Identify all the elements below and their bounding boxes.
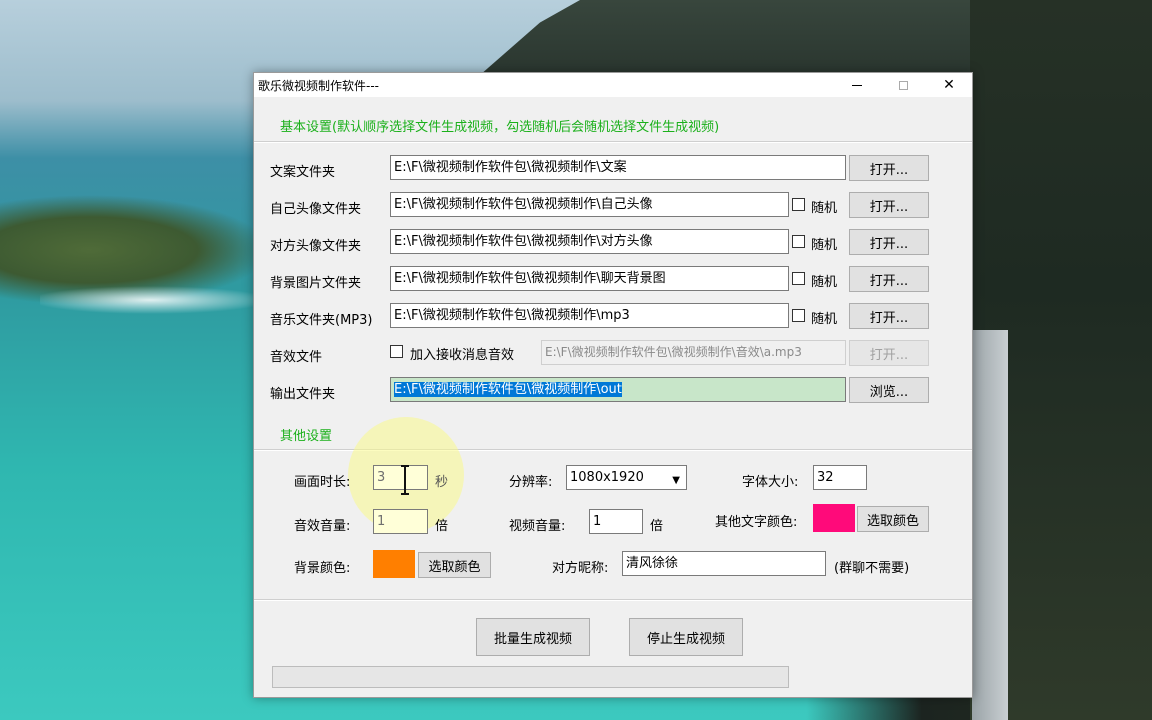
- other-settings-heading: 其他设置: [280, 429, 333, 444]
- duration-input[interactable]: 3: [373, 465, 428, 490]
- divider: [254, 449, 972, 451]
- window-title: 歌乐微视频制作软件---: [258, 79, 379, 93]
- duration-label: 画面时长:: [294, 475, 351, 490]
- divider: [254, 141, 972, 143]
- bg-color-label: 背景颜色:: [294, 561, 351, 576]
- font-size-label: 字体大小:: [742, 475, 799, 490]
- sfx-volume-unit: 倍: [435, 519, 449, 534]
- sound-effect-label: 音效文件: [270, 350, 323, 365]
- close-icon: ✕: [943, 77, 955, 93]
- batch-generate-button[interactable]: 批量生成视频: [476, 618, 590, 656]
- resolution-select[interactable]: 1080x1920 ▼: [566, 465, 687, 490]
- music-folder-input[interactable]: E:\F\微视频制作软件包\微视频制作\mp3: [390, 303, 789, 328]
- close-button[interactable]: ✕: [926, 73, 972, 97]
- music-folder-label: 音乐文件夹(MP3): [270, 313, 373, 328]
- minimize-button[interactable]: [834, 73, 880, 97]
- text-color-label: 其他文字颜色:: [715, 515, 798, 530]
- title-bar[interactable]: 歌乐微视频制作软件--- ✕: [254, 73, 972, 97]
- background-folder-label: 背景图片文件夹: [270, 276, 362, 291]
- video-volume-input[interactable]: 1: [589, 509, 643, 534]
- basic-settings-heading: 基本设置(默认顺序选择文件生成视频，勾选随机后会随机选择文件生成视频): [280, 120, 720, 135]
- self-avatar-folder-label: 自己头像文件夹: [270, 202, 362, 217]
- desktop-mountain: [480, 0, 980, 75]
- resolution-label: 分辨率:: [509, 475, 553, 490]
- video-volume-label: 视频音量:: [509, 519, 566, 534]
- peer-avatar-folder-input[interactable]: E:\F\微视频制作软件包\微视频制作\对方头像: [390, 229, 789, 254]
- copy-folder-open-button[interactable]: 打开...: [849, 155, 929, 181]
- background-random-label: 随机: [811, 275, 838, 290]
- desktop-road: [972, 330, 1008, 720]
- maximize-icon: [898, 80, 908, 90]
- music-random-label: 随机: [811, 312, 838, 327]
- app-window: 歌乐微视频制作软件--- ✕ 基本设置(默认顺序选择文件生成视频，勾选随机后会随…: [253, 72, 973, 698]
- background-open-button[interactable]: 打开...: [849, 266, 929, 292]
- self-avatar-random-label: 随机: [811, 201, 838, 216]
- resolution-value: 1080x1920: [570, 470, 644, 485]
- self-avatar-random-checkbox[interactable]: [792, 198, 805, 211]
- progress-bar: [272, 666, 789, 688]
- output-folder-input[interactable]: E:\F\微视频制作软件包\微视频制作\out: [390, 377, 846, 402]
- self-avatar-open-button[interactable]: 打开...: [849, 192, 929, 218]
- sound-effect-checkbox[interactable]: [390, 345, 403, 358]
- copy-folder-label: 文案文件夹: [270, 165, 336, 180]
- bg-color-pick-button[interactable]: 选取颜色: [418, 552, 491, 578]
- chevron-down-icon: ▼: [672, 475, 680, 486]
- copy-folder-input[interactable]: E:\F\微视频制作软件包\微视频制作\文案: [390, 155, 846, 180]
- peer-avatar-random-label: 随机: [811, 238, 838, 253]
- nickname-note: (群聊不需要): [834, 561, 910, 576]
- peer-avatar-folder-label: 对方头像文件夹: [270, 239, 362, 254]
- font-size-input[interactable]: 32: [813, 465, 867, 490]
- sound-effect-input: E:\F\微视频制作软件包\微视频制作\音效\a.mp3: [541, 340, 846, 365]
- background-folder-input[interactable]: E:\F\微视频制作软件包\微视频制作\聊天背景图: [390, 266, 789, 291]
- nickname-label: 对方昵称:: [552, 561, 609, 576]
- nickname-input[interactable]: 清风徐徐: [622, 551, 826, 576]
- music-random-checkbox[interactable]: [792, 309, 805, 322]
- duration-unit: 秒: [435, 475, 449, 490]
- output-folder-selected-text: E:\F\微视频制作软件包\微视频制作\out: [394, 382, 622, 397]
- music-open-button[interactable]: 打开...: [849, 303, 929, 329]
- peer-avatar-random-checkbox[interactable]: [792, 235, 805, 248]
- minimize-icon: [852, 84, 862, 86]
- divider: [254, 599, 972, 601]
- background-random-checkbox[interactable]: [792, 272, 805, 285]
- video-volume-unit: 倍: [650, 519, 664, 534]
- text-color-pick-button[interactable]: 选取颜色: [857, 506, 929, 532]
- peer-avatar-open-button[interactable]: 打开...: [849, 229, 929, 255]
- maximize-button: [880, 73, 926, 97]
- output-folder-label: 输出文件夹: [270, 387, 336, 402]
- stop-generate-button[interactable]: 停止生成视频: [629, 618, 743, 656]
- output-browse-button[interactable]: 浏览...: [849, 377, 929, 403]
- sfx-volume-input[interactable]: 1: [373, 509, 428, 534]
- bg-color-swatch: [373, 550, 415, 578]
- desktop-surf: [40, 280, 260, 320]
- sfx-volume-label: 音效音量:: [294, 519, 351, 534]
- sound-effect-checkbox-label: 加入接收消息音效: [410, 348, 515, 363]
- sound-effect-open-button: 打开...: [849, 340, 929, 366]
- self-avatar-folder-input[interactable]: E:\F\微视频制作软件包\微视频制作\自己头像: [390, 192, 789, 217]
- text-color-swatch: [813, 504, 855, 532]
